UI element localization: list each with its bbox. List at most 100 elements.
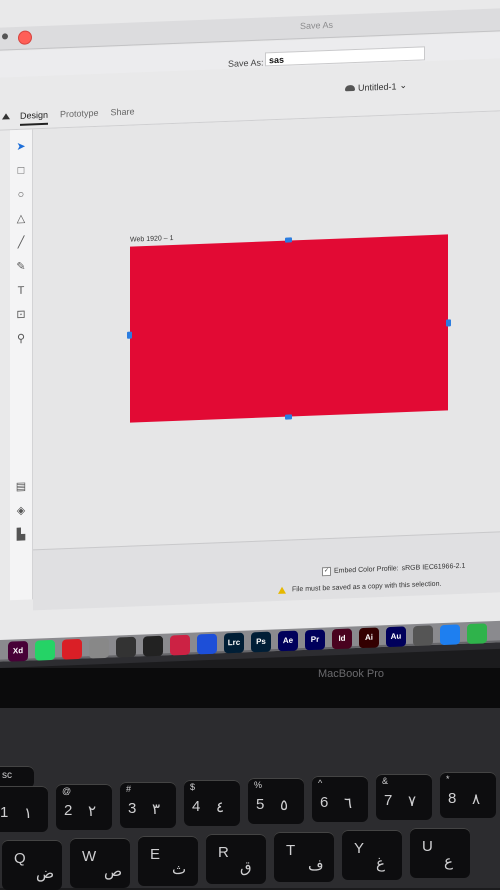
key-letter-w[interactable]: Wص [70, 838, 130, 888]
embed-checkbox[interactable]: ✓ [322, 566, 331, 577]
select-tool-icon[interactable]: ➤ [14, 140, 28, 155]
key-letter-y[interactable]: Yغ [342, 830, 402, 880]
key-shift-symbol: $ [190, 782, 196, 792]
text-tool-icon[interactable]: T [14, 284, 28, 299]
document-title[interactable]: Untitled-1 ⌄ [345, 80, 407, 93]
key-letter-t[interactable]: Tف [274, 832, 334, 882]
document-assets-icon[interactable]: ▤ [14, 480, 28, 495]
warning-icon [278, 586, 286, 594]
key-arabic-digit: ٤ [216, 799, 225, 816]
dock-app-icon[interactable] [440, 624, 460, 646]
dialog-title: Save As [300, 19, 334, 32]
keyboard: sc !1١@2٢#3٣$4٤%5٥^6٦&7٧*8٨QضWصEثRقTفYغU… [0, 708, 500, 890]
key-number-4[interactable]: $4 ٤ [184, 780, 240, 826]
key-shift-symbol: * [446, 774, 450, 784]
key-digit: 5 [256, 796, 265, 813]
key-arabic-letter: ث [172, 861, 187, 878]
key-shift-symbol: ! [0, 788, 1, 798]
save-as-label: Save As: [228, 57, 264, 69]
key-letter-e[interactable]: Eث [138, 836, 198, 886]
resize-handle-top[interactable] [285, 237, 292, 243]
key-arabic-letter: ق [240, 859, 252, 876]
dock-app-icon[interactable] [116, 636, 136, 658]
dock-app-icon[interactable] [170, 634, 190, 656]
key-number-8[interactable]: * 8 ٨ [440, 772, 496, 818]
dock-app-icon[interactable]: Ai [359, 627, 379, 649]
key-arabic-letter: ف [308, 857, 324, 874]
rectangle-tool-icon[interactable]: □ [14, 164, 28, 179]
key-arabic-digit: ٣ [152, 801, 161, 818]
artboard[interactable] [127, 234, 451, 423]
key-latin-letter: W [82, 848, 97, 865]
tabs-spacer [0, 111, 8, 126]
dock-app-icon[interactable] [197, 633, 217, 655]
key-digit: 4 [192, 798, 201, 815]
chevron-down-icon: ⌄ [399, 79, 408, 91]
key-arabic-digit: ١ [24, 805, 33, 822]
key-letter-u[interactable]: Uع [410, 828, 470, 878]
artboard-tool-icon[interactable]: ⊡ [14, 308, 28, 323]
key-arabic-digit: ٧ [408, 793, 417, 810]
key-letter-r[interactable]: Rق [206, 834, 266, 884]
key-latin-letter: T [286, 842, 296, 859]
dock-app-icon[interactable]: Ae [278, 630, 298, 652]
key-number-6[interactable]: ^ 6 ٦ [312, 776, 368, 822]
key-arabic-digit: ٥ [280, 797, 289, 814]
dock-app-icon[interactable]: Au [386, 626, 406, 648]
laptop-model-label: MacBook Pro [318, 668, 385, 680]
resize-handle-right[interactable] [446, 319, 451, 327]
layers-icon[interactable]: ◈ [14, 504, 28, 519]
dock-app-icon[interactable] [413, 625, 433, 647]
key-digit: 8 [448, 790, 457, 807]
key-number-5[interactable]: % 5 ٥ [248, 778, 304, 824]
document-title-text: Untitled-1 [358, 80, 397, 93]
dock-app-icon[interactable]: Xd [8, 640, 28, 662]
key-shift-symbol: % [254, 780, 263, 790]
dock-app-icon[interactable]: Pr [305, 629, 325, 651]
key-number-2[interactable]: @2 ٢ [56, 784, 112, 830]
line-tool-icon[interactable]: ╱ [14, 236, 28, 251]
key-latin-letter: Y [354, 840, 365, 857]
window-dot-icon [2, 33, 8, 40]
key-number-7[interactable]: & 7 ٧ [376, 774, 432, 820]
zoom-tool-icon[interactable]: ⚲ [14, 332, 28, 347]
key-arabic-letter: ع [444, 853, 453, 870]
ellipse-tool-icon[interactable]: ○ [14, 188, 28, 203]
key-number-1[interactable]: ! 1١ [0, 786, 48, 832]
key-arabic-digit: ٢ [88, 803, 97, 820]
tool-bar: ➤ □ ○ △ ╱ ✎ T ⊡ ⚲ ▤ ◈ ▙ [10, 129, 33, 601]
dock-app-icon[interactable] [62, 638, 82, 660]
resize-handle-left[interactable] [127, 331, 132, 339]
key-esc-label: sc [2, 770, 12, 781]
key-esc[interactable]: sc [0, 766, 34, 788]
dock-app-icon[interactable]: Id [332, 628, 352, 650]
key-digit: 1 [0, 804, 9, 821]
tab-prototype[interactable]: Prototype [60, 108, 99, 124]
dock-app-icon[interactable]: Lrc [224, 632, 244, 654]
dock-app-icon[interactable]: Ps [251, 631, 271, 653]
screen: Save As Save As: sas Untitled-1 ⌄ Design… [0, 0, 500, 662]
key-shift-symbol: ^ [318, 778, 323, 788]
key-latin-letter: E [150, 846, 161, 863]
key-shift-symbol: # [126, 784, 132, 794]
tab-share[interactable]: Share [111, 106, 135, 122]
dock-app-icon[interactable] [143, 635, 163, 657]
close-window-icon[interactable] [18, 30, 32, 45]
key-digit: 3 [128, 800, 137, 817]
dock-app-icon[interactable] [35, 639, 55, 661]
dock-app-icon[interactable] [89, 637, 109, 659]
dock-app-icon[interactable] [467, 623, 487, 645]
plugins-icon[interactable]: ▙ [14, 528, 28, 543]
key-number-3[interactable]: #3 ٣ [120, 782, 176, 828]
tab-design[interactable]: Design [20, 109, 49, 126]
resize-handle-bottom[interactable] [285, 414, 292, 420]
mode-tabs: Design Prototype Share [0, 106, 135, 126]
key-shift-symbol: & [382, 776, 389, 786]
polygon-tool-icon[interactable]: △ [14, 212, 28, 227]
key-arabic-letter: ض [36, 865, 55, 882]
key-latin-letter: U [422, 838, 433, 855]
embed-label: Embed Color Profile: [334, 565, 399, 575]
key-letter-q[interactable]: Qض [2, 840, 62, 890]
pen-tool-icon[interactable]: ✎ [14, 260, 28, 275]
cloud-icon [345, 84, 355, 91]
